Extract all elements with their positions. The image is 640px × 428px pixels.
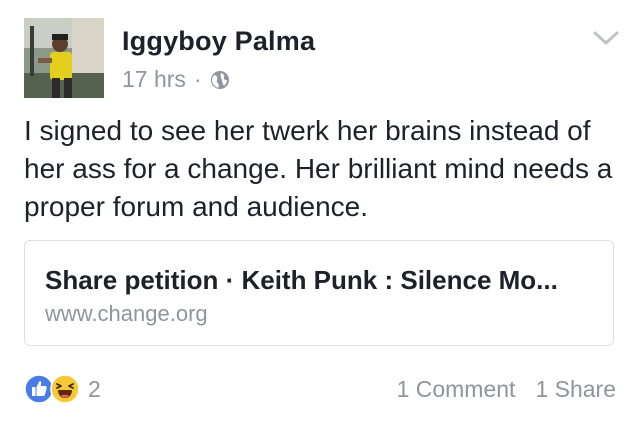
post-text: I signed to see her twerk her brains ins… [24,115,613,222]
link-domain: www.change.org [45,301,208,326]
comments-count-link[interactable]: 1 Comment [397,376,516,403]
post-header: Iggyboy Palma 17 hrs · [24,18,620,100]
post-meta: 17 hrs · [122,66,230,93]
avatar[interactable] [24,18,104,98]
reactions-summary[interactable]: 2 [24,372,101,406]
post-stats: 1 Comment 1 Share [397,376,616,403]
link-preview-card[interactable]: Share petition · Keith Punk : Silence Mo… [24,240,614,346]
author-name[interactable]: Iggyboy Palma [122,26,315,57]
haha-icon [50,374,80,404]
shares-count-link[interactable]: 1 Share [535,376,616,403]
link-title[interactable]: Share petition · Keith Punk : Silence Mo… [45,265,600,296]
post-timestamp[interactable]: 17 hrs [122,66,186,93]
post-footer: 2 1 Comment 1 Share [24,370,616,410]
reaction-count: 2 [88,375,101,402]
globe-icon[interactable] [210,70,230,90]
meta-separator: · [193,66,202,92]
feed-post: Iggyboy Palma 17 hrs · I signed to see h… [0,0,640,428]
chevron-down-icon[interactable] [592,28,620,48]
